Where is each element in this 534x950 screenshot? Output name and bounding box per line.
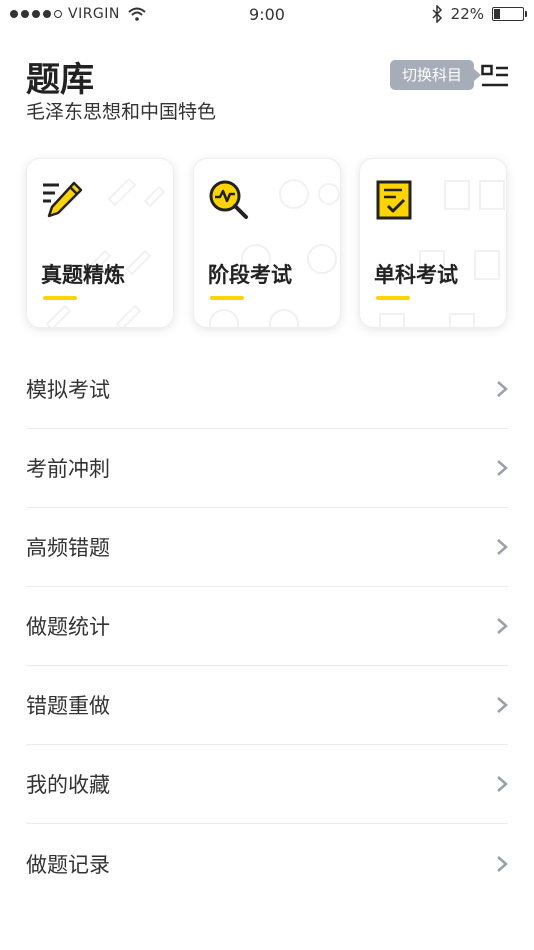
card-label: 真题精炼 (41, 263, 125, 287)
chevron-right-icon (497, 460, 508, 476)
menu-item-label: 模拟考试 (26, 378, 110, 402)
card-accent-bar (210, 296, 244, 300)
card-accent-bar (43, 296, 77, 300)
list-icon[interactable] (481, 63, 509, 89)
menu-item-frequent-mistakes[interactable]: 高频错题 (26, 508, 508, 587)
status-right: 22% (431, 5, 527, 23)
chevron-right-icon (497, 776, 508, 792)
battery-icon (492, 7, 527, 21)
menu-item-redo-mistakes[interactable]: 错题重做 (26, 666, 508, 745)
battery-level (494, 9, 501, 19)
menu-item-practice-stats[interactable]: 做题统计 (26, 587, 508, 666)
chevron-right-icon (497, 618, 508, 634)
status-bar: VIRGIN 9:00 22% (0, 0, 534, 30)
battery-percent: 22% (450, 5, 484, 23)
chevron-right-icon (497, 697, 508, 713)
menu-item-label: 我的收藏 (26, 773, 110, 797)
magnifier-chart-icon (209, 180, 248, 219)
menu-item-label: 错题重做 (26, 694, 110, 718)
menu-item-favorites[interactable]: 我的收藏 (26, 745, 508, 824)
menu-item-final-sprint[interactable]: 考前冲刺 (26, 429, 508, 508)
card-label: 阶段考试 (208, 263, 292, 287)
menu-item-label: 做题统计 (26, 615, 110, 639)
checklist-icon (376, 180, 412, 220)
switch-subject-tooltip[interactable]: 切换科目 (390, 60, 482, 90)
card-single-subject-exam[interactable]: 单科考试 (359, 158, 507, 328)
bluetooth-icon (432, 5, 442, 23)
pencil-icon (43, 181, 83, 218)
menu-list: 模拟考试 考前冲刺 高频错题 做题统计 错题重做 我的收藏 做题记录 (26, 350, 508, 903)
subject-name[interactable]: 毛泽东思想和中国特色 (26, 97, 216, 124)
card-stage-exam[interactable]: 阶段考试 (193, 158, 341, 328)
card-accent-bar (376, 296, 410, 300)
menu-item-practice-history[interactable]: 做题记录 (26, 824, 508, 903)
page-title: 题库 (26, 60, 94, 100)
chevron-right-icon (497, 381, 508, 397)
menu-item-label: 考前冲刺 (26, 457, 110, 481)
menu-item-mock-exam[interactable]: 模拟考试 (26, 350, 508, 429)
chevron-right-icon (497, 855, 508, 872)
menu-item-label: 高频错题 (26, 536, 110, 560)
card-real-exam-practice[interactable]: 真题精炼 (26, 158, 174, 328)
menu-item-label: 做题记录 (26, 852, 110, 877)
chevron-right-icon (497, 539, 508, 555)
card-label: 单科考试 (374, 263, 458, 287)
